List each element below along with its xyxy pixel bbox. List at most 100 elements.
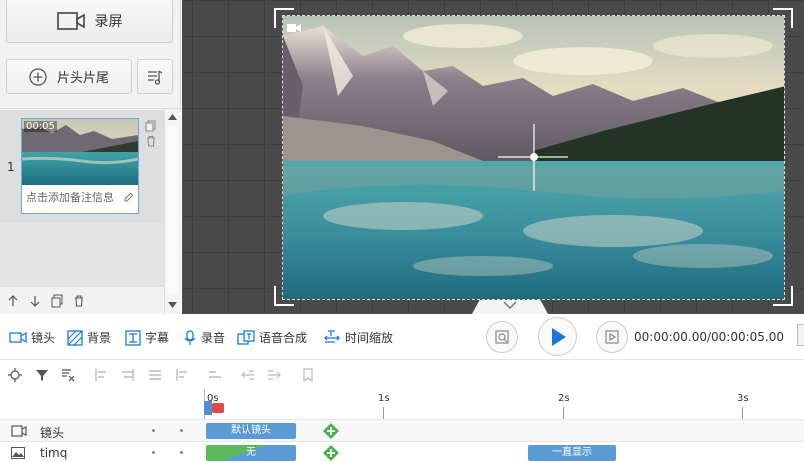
playhead-marker[interactable]: [212, 403, 224, 413]
bookmark-star-icon[interactable]: [301, 368, 315, 382]
tool-subtitle-label: 字幕: [145, 331, 170, 345]
ruler-label-1s: 1s: [378, 393, 390, 404]
frame-corner-top-left: [274, 8, 294, 28]
camera-track-icon: [11, 425, 27, 437]
intro-outro-button[interactable]: 片头片尾: [6, 59, 132, 94]
play-button[interactable]: [538, 317, 577, 356]
time-display: 00:00:00.00/00:00:05.00: [634, 330, 784, 344]
edit-icon[interactable]: [123, 192, 134, 203]
camera-clip[interactable]: 默认镜头: [206, 423, 296, 439]
play-icon: [551, 327, 566, 346]
scroll-down-icon[interactable]: [168, 302, 177, 308]
subtitle-icon: [125, 329, 141, 346]
music-button[interactable]: [137, 59, 173, 94]
zoom-fit-icon: [495, 330, 509, 344]
tool-time-scale-label: 时间缩放: [345, 331, 394, 345]
timeline: 0s 1s 2s 3s 镜头 默认镜头 timq 无 一直显示: [0, 389, 804, 462]
ruler-tick: [383, 407, 384, 419]
tool-background-label: 背景: [87, 331, 112, 345]
track-image: timq 无 一直显示: [0, 441, 804, 462]
ruler-label-2s: 2s: [558, 393, 570, 404]
record-screen-button[interactable]: 录屏: [6, 0, 173, 43]
tool-background[interactable]: 背景: [67, 329, 111, 346]
track-visibility-dot[interactable]: [152, 451, 155, 454]
distribute-horizontal-icon[interactable]: [208, 368, 222, 382]
ruler-tick: [563, 407, 564, 419]
image-enter-clip[interactable]: 无: [206, 445, 296, 461]
distribute-icon[interactable]: [175, 368, 189, 382]
fit-view-button[interactable]: [486, 321, 518, 353]
tool-speech-synthesis-label: 语音合成: [259, 331, 308, 345]
timeline-ruler[interactable]: 0s 1s 2s 3s: [204, 389, 804, 419]
scene-list-actions: [0, 286, 164, 314]
tool-camera[interactable]: 镜头: [9, 329, 55, 346]
move-up-icon[interactable]: [6, 294, 20, 308]
scene-duration: 00:05: [24, 121, 57, 132]
intro-outro-label: 片头片尾: [56, 71, 109, 86]
duplicate-icon[interactable]: [50, 294, 64, 308]
tool-speech-synthesis[interactable]: 语音合成: [237, 329, 307, 346]
ruler-tick: [742, 407, 743, 419]
filter-icon[interactable]: [35, 368, 49, 382]
delete-icon[interactable]: [72, 294, 86, 308]
video-camera-icon: [56, 12, 85, 30]
background-icon: [67, 329, 83, 346]
time-scale-icon: [324, 329, 340, 343]
record-label: 录屏: [94, 14, 123, 30]
ruler-label-3s: 3s: [737, 393, 749, 404]
add-keyframe-icon[interactable]: [323, 423, 339, 439]
locate-icon[interactable]: [8, 368, 22, 382]
next-frame-icon: [605, 330, 619, 344]
playhead[interactable]: [204, 401, 212, 415]
preview-image[interactable]: [282, 15, 785, 300]
expand-panel-handle[interactable]: [797, 324, 804, 346]
clear-filter-icon[interactable]: [61, 368, 75, 382]
frame-corner-top-right: [773, 8, 793, 28]
scene-thumbnail[interactable]: 00:05 点击添加备注信息: [21, 118, 139, 214]
scene-note-text: 点击添加备注信息: [26, 191, 114, 204]
collapse-preview-tab[interactable]: [472, 300, 548, 314]
track-camera-name: 镜头: [40, 426, 65, 440]
scene-note-field[interactable]: 点击添加备注信息: [22, 185, 138, 209]
trash-icon[interactable]: [145, 135, 157, 147]
microphone-icon: [184, 329, 196, 345]
frame-corner-bottom-right: [773, 286, 793, 306]
camera-icon: [9, 331, 27, 344]
music-list-icon: [148, 69, 163, 85]
align-center-icon[interactable]: [121, 368, 135, 382]
scene-thumbnail-image: 00:05: [22, 119, 138, 185]
tool-record-audio[interactable]: 录音: [183, 329, 225, 346]
move-left-icon[interactable]: [241, 368, 255, 382]
frame-corner-bottom-left: [274, 286, 294, 306]
preview-canvas: [182, 0, 804, 314]
image-always-show-clip[interactable]: 一直显示: [528, 445, 616, 461]
scene-list-scrollbar[interactable]: [164, 110, 181, 314]
tool-time-scale[interactable]: 时间缩放: [323, 329, 393, 346]
add-circle-icon: [29, 67, 47, 86]
copy-icon[interactable]: [145, 120, 157, 132]
divider: [0, 108, 181, 109]
scene-actions: [145, 120, 157, 147]
track-lock-dot[interactable]: [180, 451, 183, 454]
move-down-icon[interactable]: [28, 294, 42, 308]
track-image-name: timq: [40, 446, 68, 460]
scene-item[interactable]: 1 00:05 点击添加备注信息: [0, 110, 164, 223]
add-keyframe-icon[interactable]: [323, 445, 339, 461]
scene-panel: 录屏 片头片尾 1 00:05 点击添加备注信息: [0, 0, 181, 314]
chevron-down-icon: [503, 301, 517, 310]
scrollbar-thumb[interactable]: [167, 126, 178, 294]
track-camera: 镜头 默认镜头: [0, 419, 804, 441]
track-lock-dot[interactable]: [180, 429, 183, 432]
tool-subtitle[interactable]: 字幕: [125, 329, 169, 346]
track-visibility-dot[interactable]: [152, 429, 155, 432]
image-track-icon: [11, 447, 25, 459]
next-frame-button[interactable]: [596, 321, 628, 353]
tool-record-audio-label: 录音: [201, 331, 226, 345]
speech-synthesis-icon: [237, 329, 255, 345]
scroll-up-icon[interactable]: [168, 114, 177, 120]
scene-list: 1 00:05 点击添加备注信息: [0, 110, 164, 286]
timeline-toolbar: [0, 361, 804, 389]
move-right-icon[interactable]: [267, 368, 281, 382]
align-right-icon[interactable]: [148, 368, 162, 382]
align-left-icon[interactable]: [94, 368, 108, 382]
